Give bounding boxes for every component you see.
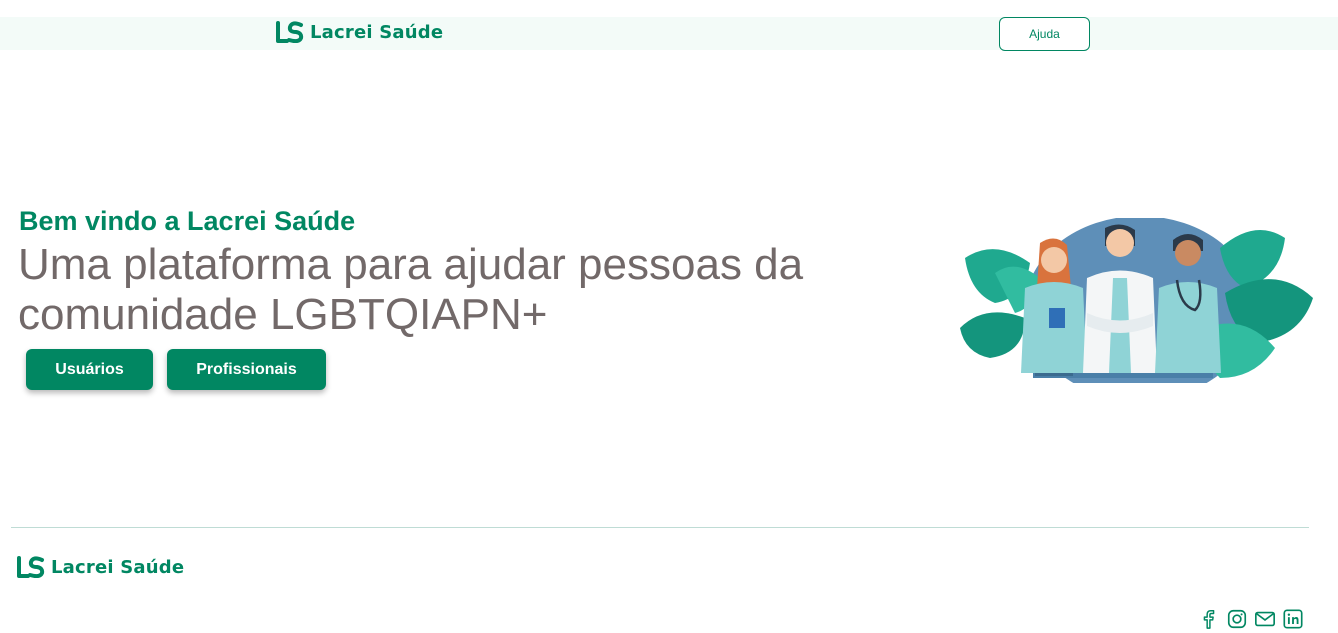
social-links — [1198, 608, 1304, 630]
facebook-icon[interactable] — [1198, 608, 1220, 630]
instagram-icon[interactable] — [1226, 608, 1248, 630]
users-button[interactable]: Usuários — [26, 349, 153, 390]
footer-divider — [11, 527, 1309, 528]
help-button[interactable]: Ajuda — [999, 17, 1090, 51]
linkedin-icon[interactable] — [1282, 608, 1304, 630]
health-professionals-illustration — [960, 218, 1313, 383]
professionals-button[interactable]: Profissionais — [167, 349, 326, 390]
footer-logo[interactable]: Lacrei Saúde — [17, 556, 184, 578]
welcome-heading: Bem vindo a Lacrei Saúde — [19, 206, 356, 236]
lacrei-logo-mark-icon — [17, 556, 45, 578]
lacrei-logo-mark-icon — [276, 21, 304, 43]
mail-icon[interactable] — [1254, 608, 1276, 630]
footer-brand-name: Lacrei Saúde — [51, 556, 185, 578]
hero-headline: Uma plataforma para ajudar pessoas da co… — [18, 240, 804, 339]
header-bar — [0, 17, 1338, 50]
header-logo[interactable]: Lacrei Saúde — [276, 21, 443, 43]
header-brand-name: Lacrei Saúde — [310, 21, 444, 43]
